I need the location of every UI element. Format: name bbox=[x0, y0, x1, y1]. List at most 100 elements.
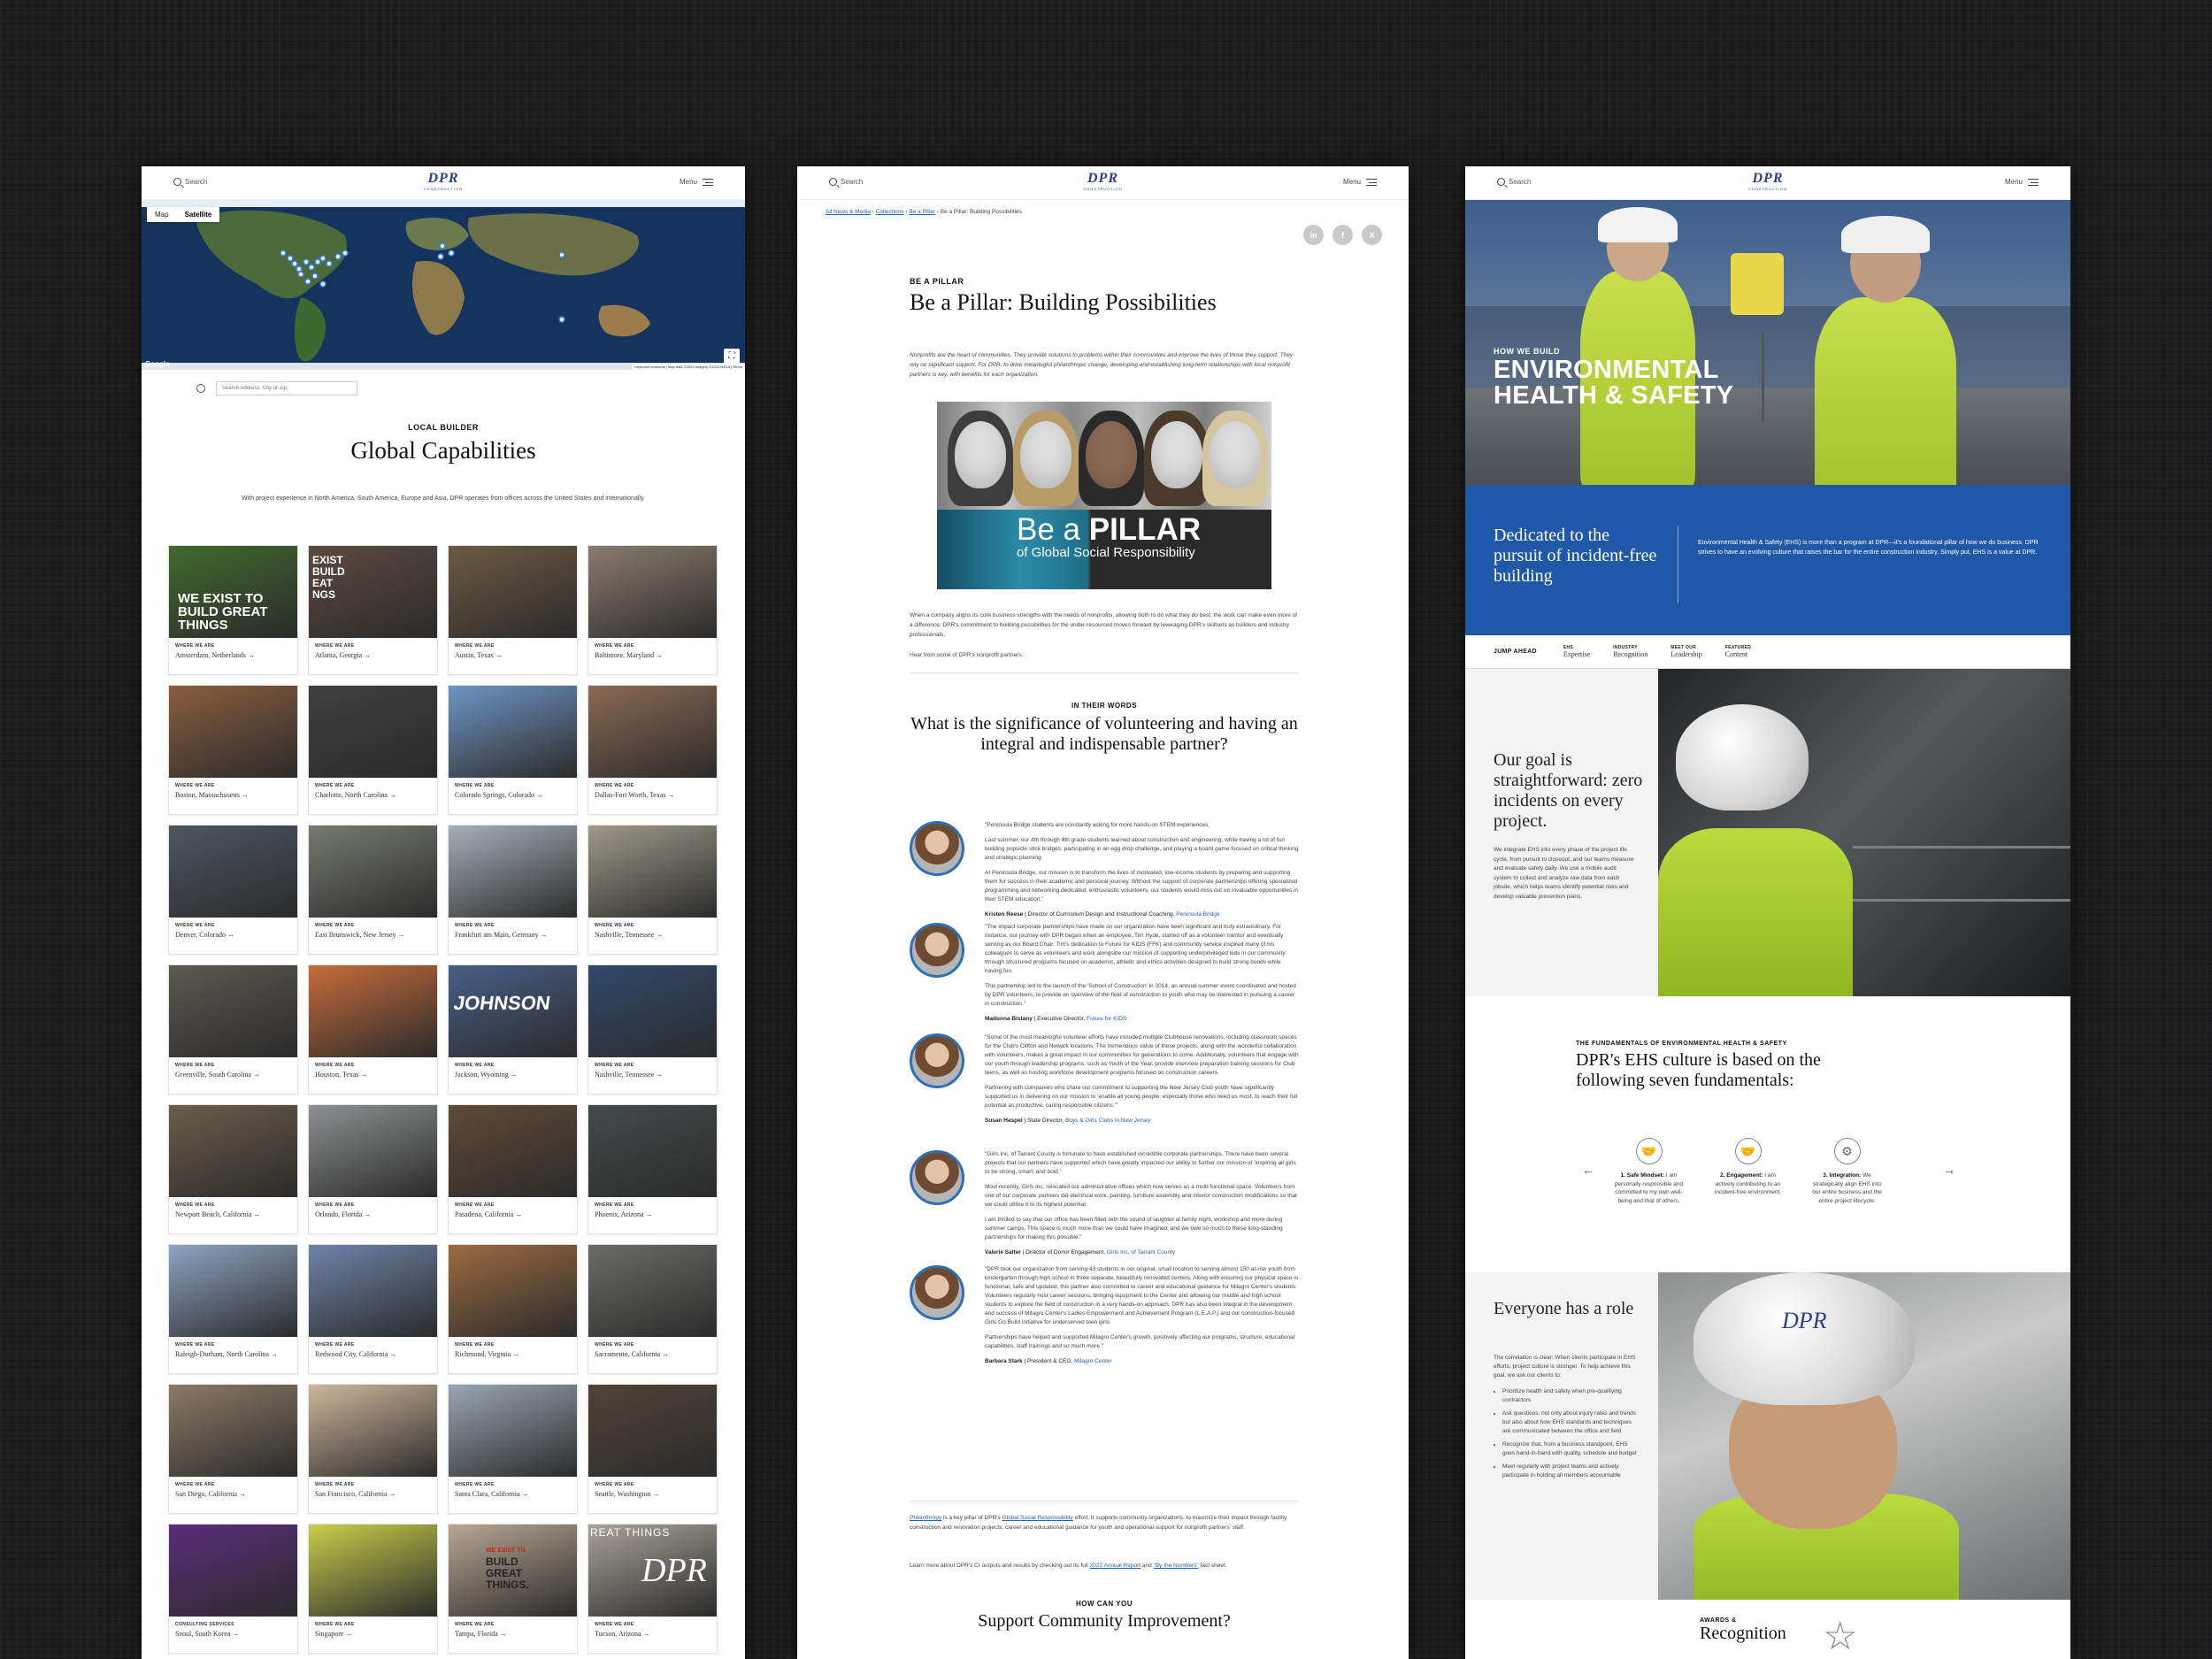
location-link[interactable]: Santa Clara, California bbox=[455, 1490, 571, 1499]
location-link[interactable]: Boston, Massachusetts bbox=[175, 791, 291, 800]
jump-ahead-link[interactable]: MEET OUR Leadership bbox=[1671, 645, 1702, 658]
x-icon[interactable]: X bbox=[1362, 225, 1382, 245]
breadcrumb-be-a-pillar[interactable]: Be a Pillar bbox=[909, 209, 935, 215]
location-link[interactable]: East Brunswick, New Jersey bbox=[315, 931, 431, 940]
location-link[interactable]: Denver, Colorado bbox=[175, 931, 291, 940]
satellite-tab[interactable]: Satellite bbox=[177, 207, 220, 222]
location-card[interactable]: WHERE WE ARE Baltimore, Maryland bbox=[588, 545, 718, 675]
dpr-logo[interactable]: DPR CONSTRUCTION bbox=[1083, 172, 1122, 192]
location-card[interactable]: CONSULTING SERVICES Seoul, South Korea bbox=[168, 1524, 298, 1654]
header-search[interactable]: Search bbox=[1497, 178, 1531, 186]
location-card[interactable]: WE EXIST TO BUILD GREAT THINGS. WHERE WE A… bbox=[448, 1524, 578, 1654]
location-card[interactable]: WHERE WE ARE Phoenix, Arizona bbox=[588, 1104, 718, 1234]
header-search[interactable]: Search bbox=[829, 178, 863, 186]
location-link[interactable]: San Diego, California bbox=[175, 1490, 291, 1499]
location-card[interactable]: WHERE WE ARE Redwood City, California bbox=[308, 1244, 438, 1374]
location-card[interactable]: WHERE WE ARE Greenville, South Carolina bbox=[168, 964, 298, 1094]
location-card[interactable]: WHERE WE ARE Charlotte, North Carolina bbox=[308, 685, 438, 815]
breadcrumb-news[interactable]: All News & Media bbox=[826, 209, 871, 215]
avatar bbox=[910, 821, 964, 876]
location-link[interactable]: Raleigh-Durham, North Carolina bbox=[175, 1350, 291, 1359]
dpr-logo[interactable]: DPR CONSTRUCTION bbox=[424, 172, 463, 192]
fullscreen-icon[interactable]: ⛶ bbox=[724, 349, 740, 365]
location-card[interactable]: WHERE WE ARE San Diego, California bbox=[168, 1384, 298, 1514]
location-link[interactable]: Nashville, Tennessee bbox=[595, 1071, 710, 1079]
location-link[interactable]: Houston, Texas bbox=[315, 1071, 431, 1079]
office-locations-map[interactable]: Map Satellite ⛶ Google Keyboard shortcut… bbox=[142, 200, 745, 370]
location-card[interactable]: JOHNSON WHERE WE ARE Jackson, Wyoming bbox=[448, 964, 578, 1094]
location-link[interactable]: Greenville, South Carolina bbox=[175, 1071, 291, 1079]
location-card[interactable]: WHERE WE ARE East Brunswick, New Jersey bbox=[308, 825, 438, 955]
breadcrumb-collections[interactable]: Collections bbox=[876, 209, 904, 215]
location-card[interactable]: WHERE WE ARE Nashville, Tennessee bbox=[588, 825, 718, 955]
location-card[interactable]: WHERE WE ARE San Francisco, California bbox=[308, 1384, 438, 1514]
location-link[interactable]: Tucson, Arizona bbox=[595, 1630, 710, 1639]
location-link[interactable]: Dallas-Fort Worth, Texas bbox=[595, 791, 710, 800]
location-search-input[interactable] bbox=[216, 381, 357, 396]
location-card[interactable]: WHERE WE ARE Austin, Texas bbox=[448, 545, 578, 675]
menu-button[interactable]: Menu bbox=[680, 178, 713, 186]
location-card[interactable]: WHERE WE ARE Sacramento, California bbox=[588, 1244, 718, 1374]
organization-link[interactable]: Milagro Center bbox=[1074, 1358, 1112, 1364]
location-card[interactable]: WHERE WE ARE Colorado Springs, Colorado bbox=[448, 685, 578, 815]
location-card[interactable]: WE EXIST TO BUILD GREAT THINGS WHERE WE A… bbox=[168, 545, 298, 675]
location-card[interactable]: WHERE WE ARE Santa Clara, California bbox=[448, 1384, 578, 1514]
carousel-prev-icon[interactable]: ← bbox=[1582, 1163, 1594, 1177]
location-link[interactable]: Amsterdam, Netherlands bbox=[175, 651, 291, 660]
location-card[interactable]: WHERE WE ARE Dallas-Fort Worth, Texas bbox=[588, 685, 718, 815]
testimonial-paragraph: Last summer, our 4th through 8th grade s… bbox=[985, 837, 1299, 861]
location-card[interactable]: WHERE WE ARE Raleigh-Durham, North Caroli… bbox=[168, 1244, 298, 1374]
location-card[interactable]: WHERE WE ARE Denver, Colorado bbox=[168, 825, 298, 955]
carousel-next-icon[interactable]: → bbox=[1943, 1163, 1955, 1177]
location-card[interactable]: WHERE WE ARE Seattle, Washington bbox=[588, 1384, 718, 1514]
location-card[interactable]: WHERE WE ARE Singapore bbox=[308, 1524, 438, 1654]
map-tab[interactable]: Map bbox=[147, 207, 177, 222]
location-link[interactable]: Atlanta, Georgia bbox=[315, 651, 431, 660]
location-card[interactable]: WHERE WE ARE Pasadena, California bbox=[448, 1104, 578, 1234]
map-credits[interactable]: Keyboard shortcuts | Map data ©2023 Imag… bbox=[632, 364, 745, 370]
location-card[interactable]: WHERE WE ARE Nashville, Tennessee bbox=[588, 964, 718, 1094]
dpr-logo[interactable]: DPR CONSTRUCTION bbox=[1748, 172, 1787, 192]
location-card[interactable]: WHERE WE ARE Orlando, Florida bbox=[308, 1104, 438, 1234]
location-link[interactable]: Jackson, Wyoming bbox=[455, 1071, 571, 1079]
location-link[interactable]: San Francisco, California bbox=[315, 1490, 431, 1499]
location-link[interactable]: Newport Beach, California bbox=[175, 1210, 291, 1219]
location-card[interactable]: EXIST BUILD EAT NGS WHERE WE ARE Atlanta, … bbox=[308, 545, 438, 675]
location-card[interactable]: WHERE WE ARE Frankfurt am Main, Germany bbox=[448, 825, 578, 955]
organization-link[interactable]: Girls Inc. of Tarrant County bbox=[1107, 1249, 1175, 1256]
menu-button[interactable]: Menu bbox=[1343, 178, 1377, 186]
location-card[interactable]: REAT THINGS DPR WHERE WE ARE Tucson, Arizon… bbox=[588, 1524, 718, 1654]
location-card[interactable]: WHERE WE ARE Houston, Texas bbox=[308, 964, 438, 1094]
location-link[interactable]: Orlando, Florida bbox=[315, 1210, 431, 1219]
location-link[interactable]: Singapore bbox=[315, 1630, 431, 1639]
location-link[interactable]: Nashville, Tennessee bbox=[595, 931, 710, 940]
location-caption: WHERE WE ARE Santa Clara, California bbox=[449, 1477, 577, 1499]
location-link[interactable]: Baltimore, Maryland bbox=[595, 651, 710, 660]
location-link[interactable]: Seattle, Washington bbox=[595, 1490, 710, 1499]
location-link[interactable]: Pasadena, California bbox=[455, 1210, 571, 1219]
location-link[interactable]: Austin, Texas bbox=[455, 651, 571, 660]
location-link[interactable]: Redwood City, California bbox=[315, 1350, 431, 1359]
location-link[interactable]: Seoul, South Korea bbox=[175, 1630, 291, 1639]
jump-ahead-link[interactable]: EHS Expertise bbox=[1563, 645, 1590, 658]
locate-me-icon[interactable] bbox=[196, 384, 205, 393]
organization-link[interactable]: Peninsula Bridge bbox=[1176, 911, 1219, 918]
linkedin-icon[interactable]: in bbox=[1303, 225, 1324, 245]
location-link[interactable]: Charlotte, North Carolina bbox=[315, 791, 431, 800]
location-link[interactable]: Tampa, Florida bbox=[455, 1630, 571, 1639]
jump-ahead-link[interactable]: INDUSTRY Recognition bbox=[1613, 645, 1647, 658]
location-card[interactable]: WHERE WE ARE Boston, Massachusetts bbox=[168, 685, 298, 815]
location-link[interactable]: Sacramento, California bbox=[595, 1350, 710, 1359]
organization-link[interactable]: Future for KIDS bbox=[1087, 1016, 1126, 1022]
location-card[interactable]: WHERE WE ARE Newport Beach, California bbox=[168, 1104, 298, 1234]
organization-link[interactable]: Boys & Girls Clubs in New Jersey bbox=[1065, 1118, 1151, 1124]
header-search[interactable]: Search bbox=[173, 178, 207, 186]
location-link[interactable]: Phoenix, Arizona bbox=[595, 1210, 710, 1219]
location-card[interactable]: WHERE WE ARE Richmond, Virginia bbox=[448, 1244, 578, 1374]
location-link[interactable]: Frankfurt am Main, Germany bbox=[455, 931, 571, 940]
facebook-icon[interactable]: f bbox=[1333, 225, 1353, 245]
menu-button[interactable]: Menu bbox=[2005, 178, 2039, 186]
jump-ahead-link[interactable]: FEATURED Content bbox=[1725, 645, 1751, 658]
location-link[interactable]: Richmond, Virginia bbox=[455, 1350, 571, 1359]
location-link[interactable]: Colorado Springs, Colorado bbox=[455, 791, 571, 800]
